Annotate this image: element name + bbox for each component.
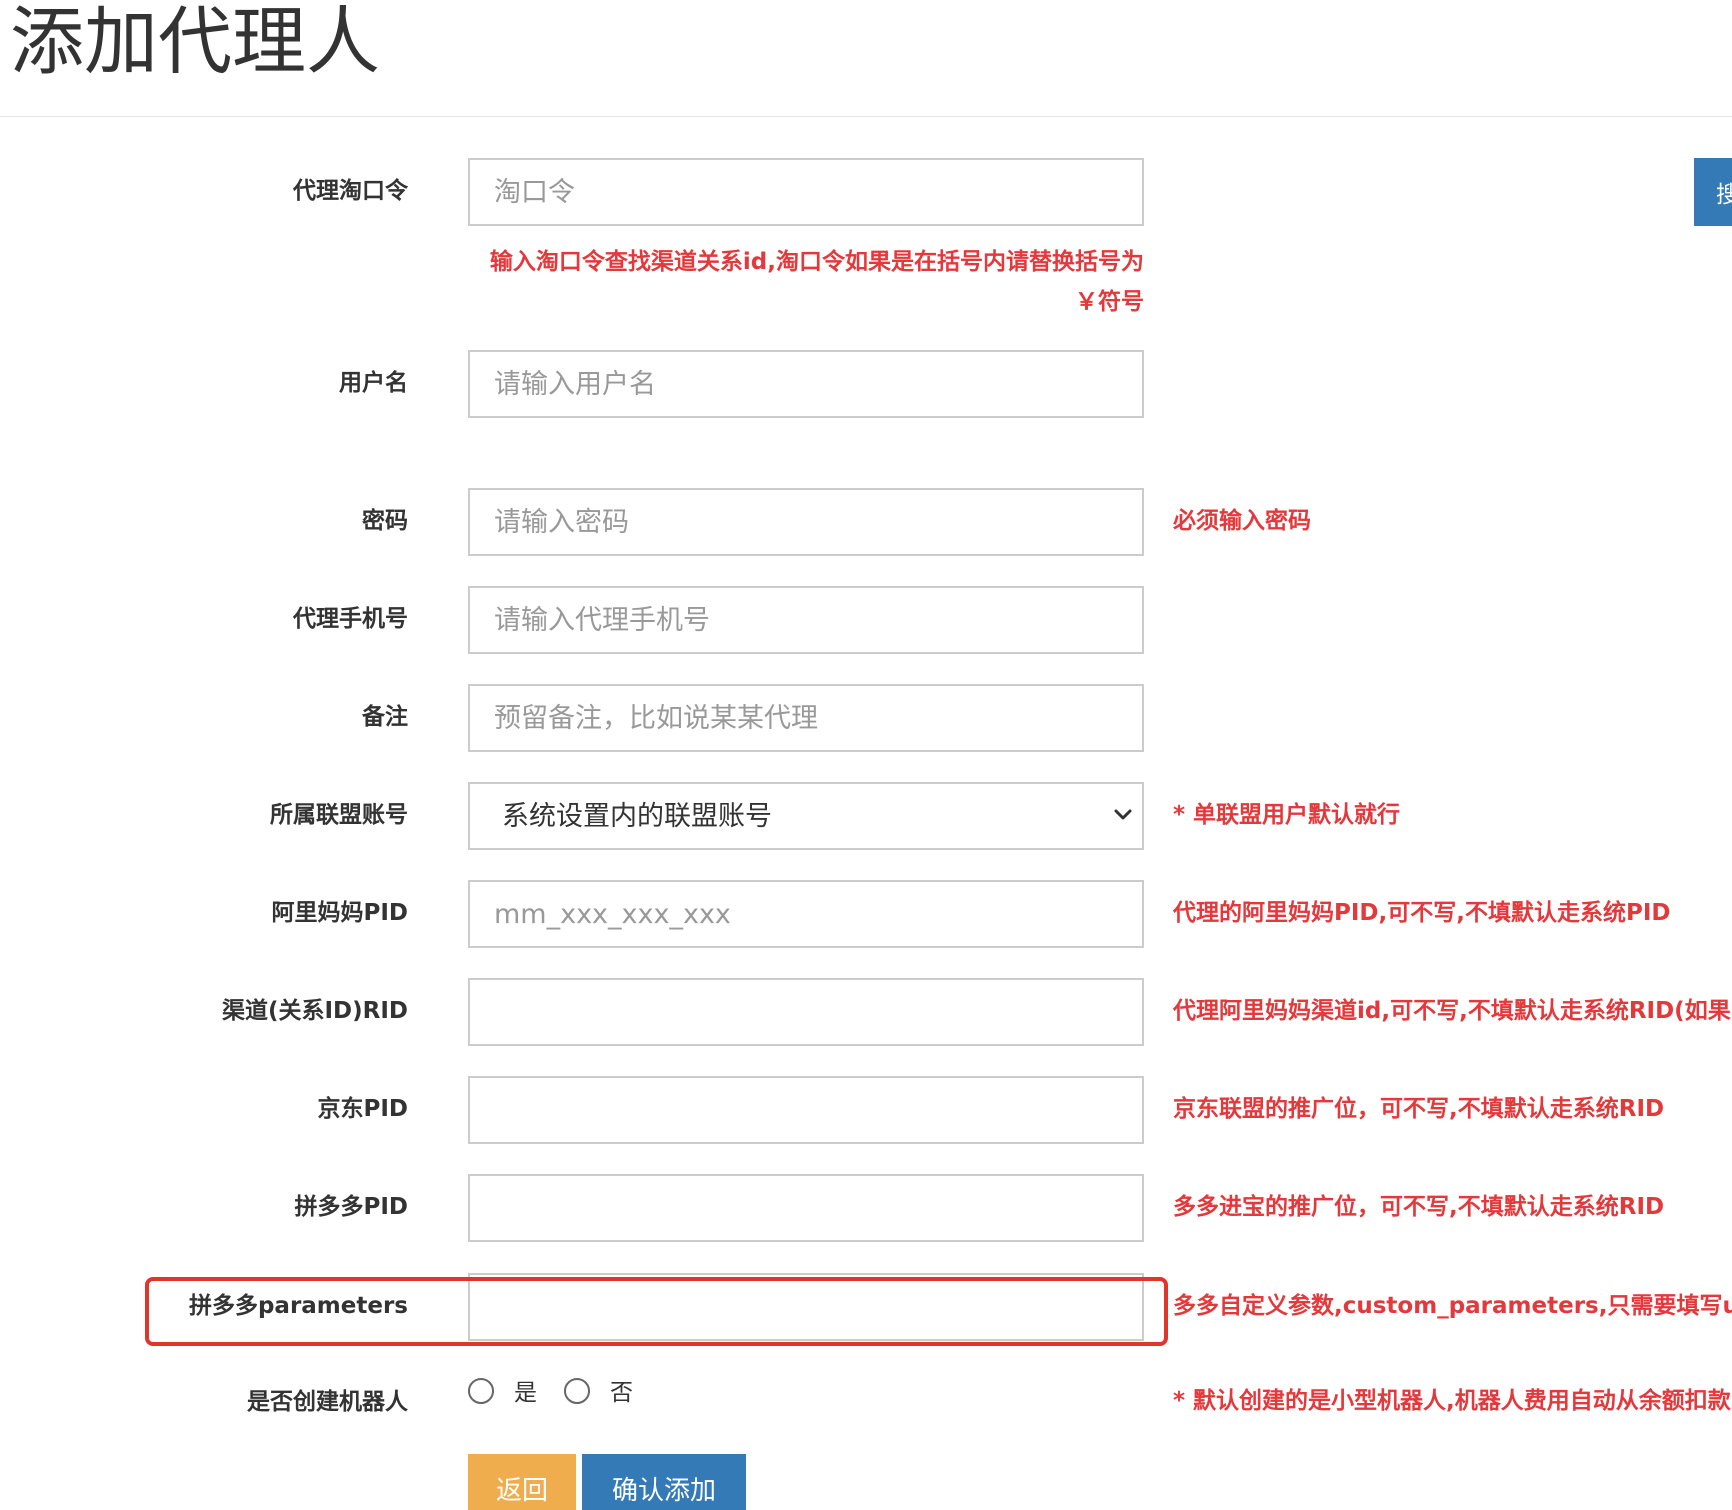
alliance-account-label: 所属联盟账号 [270,802,408,828]
phone-label: 代理手机号 [293,606,408,632]
phone-input[interactable] [468,586,1144,654]
username-label: 用户名 [339,370,408,396]
password-input[interactable] [468,488,1144,556]
search-button[interactable]: 搜 [1694,158,1732,226]
confirm-add-button[interactable]: 确认添加 [582,1454,746,1510]
password-label: 密码 [362,508,408,534]
password-hint: 必须输入密码 [1173,508,1311,534]
create-robot-no-radio[interactable] [564,1378,590,1404]
jd-pid-label: 京东PID [317,1096,408,1122]
create-robot-hint: * 默认创建的是小型机器人,机器人费用自动从余额扣款 [1173,1388,1731,1414]
taokouling-input[interactable] [468,158,1144,226]
highlight-box [145,1277,1168,1346]
title-divider [0,116,1732,117]
create-robot-label: 是否创建机器人 [247,1389,408,1415]
pdd-pid-label: 拼多多PID [294,1194,408,1220]
remark-input[interactable] [468,684,1144,752]
create-robot-yes-radio[interactable] [468,1378,494,1404]
taokouling-label: 代理淘口令 [293,178,408,204]
pdd-parameters-hint: 多多自定义参数,custom_parameters,只需要填写uic [1173,1293,1732,1319]
taokouling-hint: 输入淘口令查找渠道关系id,淘口令如果是在括号内请替换括号为￥符号 [489,249,1144,315]
remark-label: 备注 [362,704,408,730]
jd-pid-hint: 京东联盟的推广位，可不写,不填默认走系统RID [1173,1096,1665,1122]
alimama-pid-hint: 代理的阿里妈妈PID,可不写,不填默认走系统PID [1173,900,1671,926]
jd-pid-input[interactable] [468,1076,1144,1144]
alliance-account-hint: * 单联盟用户默认就行 [1173,802,1401,828]
pdd-pid-hint: 多多进宝的推广位，可不写,不填默认走系统RID [1173,1194,1665,1220]
channel-rid-input[interactable] [468,978,1144,1046]
pdd-pid-input[interactable] [468,1174,1144,1242]
alimama-pid-input[interactable] [468,880,1144,948]
username-input[interactable] [468,350,1144,418]
channel-rid-hint: 代理阿里妈妈渠道id,可不写,不填默认走系统RID(如果 [1173,998,1731,1024]
alimama-pid-label: 阿里妈妈PID [271,900,408,926]
channel-rid-label: 渠道(关系ID)RID [221,998,408,1024]
back-button[interactable]: 返回 [468,1454,576,1510]
create-robot-no-label[interactable]: 否 [610,1378,633,1408]
page-title: 添加代理人 [10,0,380,85]
create-robot-yes-label[interactable]: 是 [514,1378,537,1408]
alliance-account-select[interactable]: 系统设置内的联盟账号 [468,782,1144,850]
